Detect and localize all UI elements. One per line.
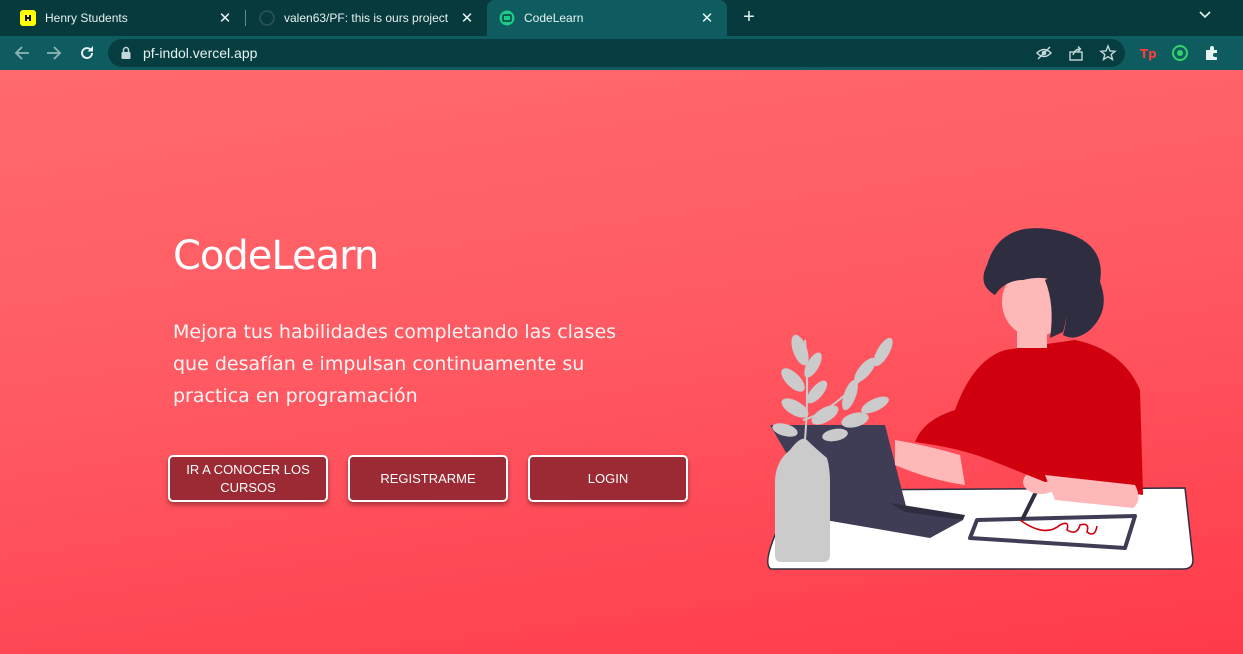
reload-icon[interactable] <box>75 41 99 65</box>
hero-description: Mejora tus habilidades completando las c… <box>173 321 617 407</box>
back-icon[interactable] <box>10 41 34 65</box>
tab-henry-students[interactable]: Henry Students ✕ <box>8 0 245 36</box>
close-icon[interactable]: ✕ <box>459 10 475 27</box>
browser-toolbar: pf-indol.vercel.app Tp <box>0 36 1243 70</box>
landing-page: CodeLearn Mejora tus habilidades complet… <box>0 70 1243 654</box>
new-tab-icon[interactable]: + <box>738 6 760 28</box>
view-courses-button[interactable]: IR A CONOCER LOS CURSOS <box>168 455 328 502</box>
tp-extension-icon[interactable]: Tp <box>1139 44 1157 62</box>
hero-illustration <box>767 228 1194 570</box>
puzzle-icon[interactable] <box>1203 44 1221 62</box>
tab-codelearn[interactable]: CodeLearn ✕ <box>487 0 727 36</box>
tab-title: CodeLearn <box>524 11 584 25</box>
tab-github[interactable]: valen63/PF: this is ours project ✕ <box>247 0 487 36</box>
register-button[interactable]: REGISTRARME <box>348 455 508 502</box>
url-text: pf-indol.vercel.app <box>143 45 258 61</box>
svg-text:Tp: Tp <box>1140 47 1157 61</box>
close-icon[interactable]: ✕ <box>217 10 233 27</box>
lock-icon[interactable] <box>119 46 133 60</box>
tab-separator <box>245 10 246 26</box>
henry-favicon <box>20 10 36 26</box>
forward-icon[interactable] <box>42 41 66 65</box>
github-favicon <box>259 10 275 26</box>
circle-extension-icon[interactable] <box>1171 44 1189 62</box>
hero-title: CodeLearn <box>173 233 379 279</box>
close-icon[interactable]: ✕ <box>699 10 715 27</box>
address-bar[interactable]: pf-indol.vercel.app <box>108 39 1125 67</box>
tab-title: Henry Students <box>45 11 128 25</box>
tab-search-icon[interactable] <box>1196 6 1214 24</box>
star-icon[interactable] <box>1099 44 1117 62</box>
login-button[interactable]: LOGIN <box>528 455 688 502</box>
tab-strip: Henry Students ✕ valen63/PF: this is our… <box>0 0 1243 36</box>
share-icon[interactable] <box>1067 44 1085 62</box>
codelearn-favicon <box>499 10 515 26</box>
tab-title: valen63/PF: this is ours project <box>284 11 449 25</box>
eye-off-icon[interactable] <box>1035 44 1053 62</box>
